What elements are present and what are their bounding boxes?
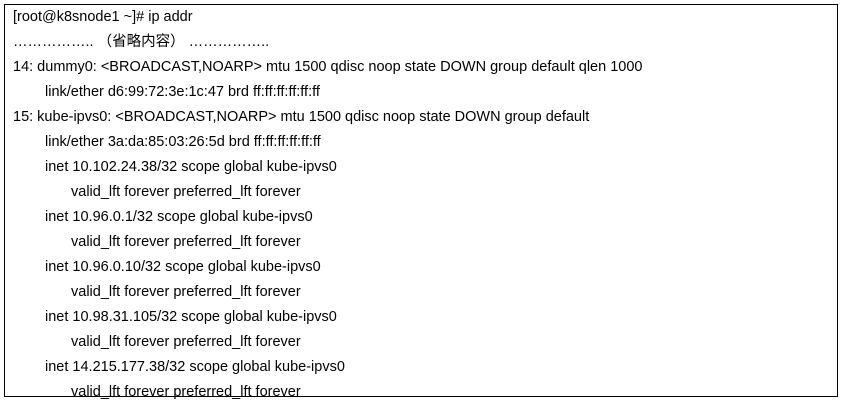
output-line: inet 14.215.177.38/32 scope global kube-… [45,359,345,375]
output-line: inet 10.96.0.1/32 scope global kube-ipvs… [45,209,313,225]
output-line: inet 10.96.0.10/32 scope global kube-ipv… [45,259,321,275]
output-line: 15: kube-ipvs0: <BROADCAST,NOARP> mtu 15… [13,109,590,125]
output-line: valid_lft forever preferred_lft forever [71,334,301,350]
terminal-output: [root@k8snode1 ~]# ip addr …………….. （省略内容… [4,4,838,400]
command-prompt: [root@k8snode1 ~]# ip addr [13,9,193,25]
output-line: inet 10.98.31.105/32 scope global kube-i… [45,309,337,325]
omitted-content-line: …………….. （省略内容） …………….. [13,34,270,50]
output-line: valid_lft forever preferred_lft forever [71,284,301,300]
output-line: inet 10.102.24.38/32 scope global kube-i… [45,159,337,175]
output-line: valid_lft forever preferred_lft forever [71,234,301,250]
output-line: 14: dummy0: <BROADCAST,NOARP> mtu 1500 q… [13,59,643,75]
output-line: valid_lft forever preferred_lft forever [71,184,301,200]
output-line: link/ether 3a:da:85:03:26:5d brd ff:ff:f… [45,134,321,150]
output-line: valid_lft forever preferred_lft forever [71,384,301,400]
output-line: link/ether d6:99:72:3e:1c:47 brd ff:ff:f… [45,84,320,100]
